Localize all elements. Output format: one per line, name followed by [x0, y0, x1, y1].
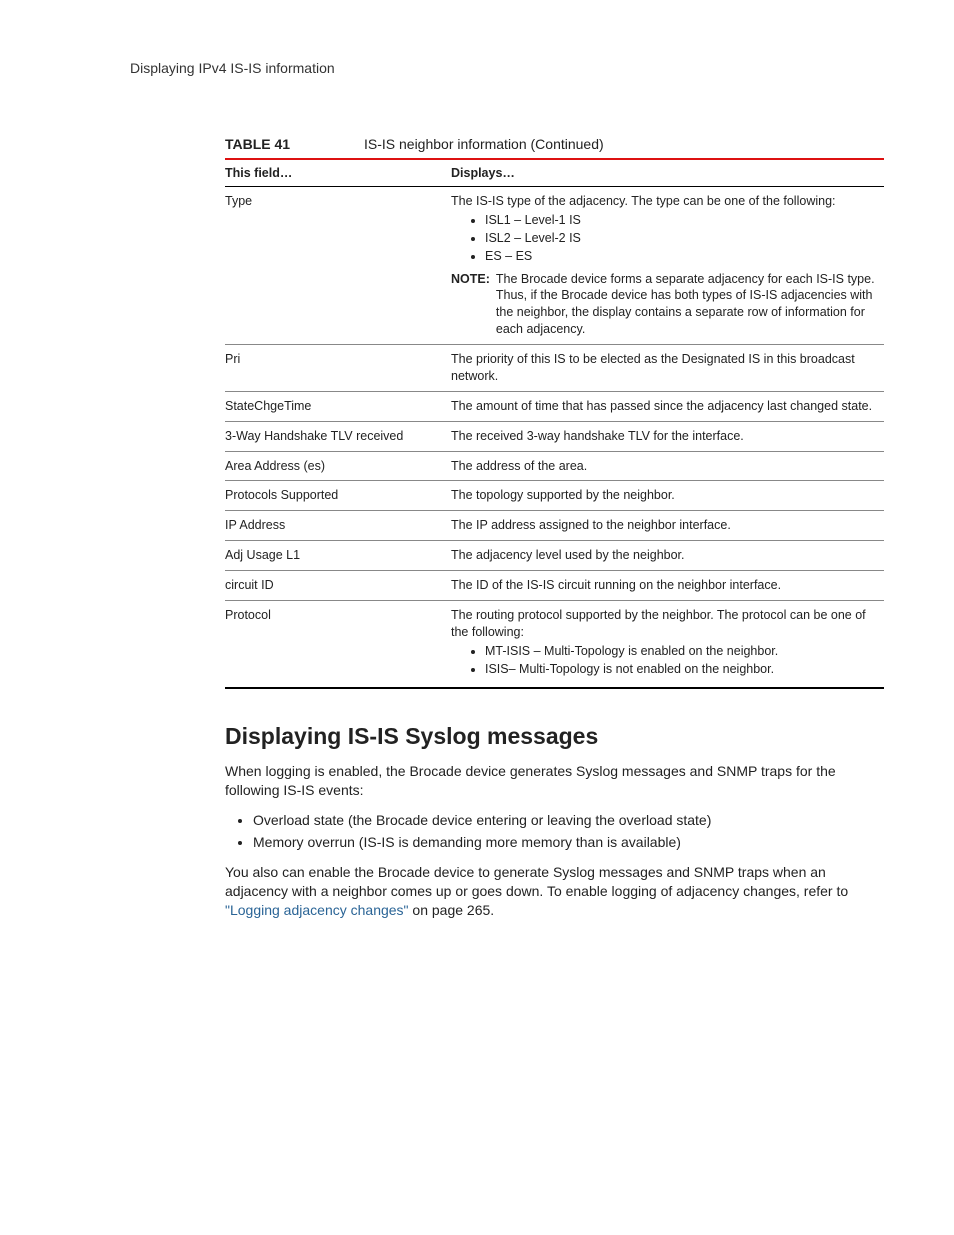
text: You also can enable the Brocade device t…	[225, 864, 848, 899]
col-field: This field…	[225, 159, 451, 187]
event-list: Overload state (the Brocade device enter…	[225, 810, 884, 853]
list-item: ISIS– Multi-Topology is not enabled on t…	[485, 661, 880, 678]
page: Displaying IPv4 IS-IS information TABLE …	[0, 0, 954, 989]
table-caption: TABLE 41 IS-IS neighbor information (Con…	[225, 136, 884, 152]
table-title: IS-IS neighbor information (Continued)	[364, 136, 604, 152]
note: NOTE: The Brocade device forms a separat…	[451, 271, 880, 339]
section-syslog: Displaying IS-IS Syslog messages When lo…	[225, 723, 884, 919]
cell-desc: The IP address assigned to the neighbor …	[451, 511, 884, 541]
cell-intro: The IS-IS type of the adjacency. The typ…	[451, 193, 880, 210]
table-label: TABLE 41	[225, 136, 290, 152]
cell-field: Area Address (es)	[225, 451, 451, 481]
cell-list: MT-ISIS – Multi-Topology is enabled on t…	[451, 643, 880, 678]
cell-field: Type	[225, 187, 451, 345]
note-label: NOTE:	[451, 271, 490, 339]
cell-field: 3-Way Handshake TLV received	[225, 421, 451, 451]
list-item: Overload state (the Brocade device enter…	[253, 810, 884, 830]
text: on page 265.	[409, 902, 495, 918]
cell-field: Pri	[225, 345, 451, 392]
cell-desc: The amount of time that has passed since…	[451, 391, 884, 421]
cell-desc: The received 3-way handshake TLV for the…	[451, 421, 884, 451]
info-table: This field… Displays… Type The IS-IS typ…	[225, 158, 884, 689]
cell-intro: The routing protocol supported by the ne…	[451, 607, 880, 641]
table-row: Protocols Supported The topology support…	[225, 481, 884, 511]
cell-field: IP Address	[225, 511, 451, 541]
cell-desc: The IS-IS type of the adjacency. The typ…	[451, 187, 884, 345]
table-header-row: This field… Displays…	[225, 159, 884, 187]
table-row: Adj Usage L1 The adjacency level used by…	[225, 541, 884, 571]
cell-field: circuit ID	[225, 571, 451, 601]
cell-desc: The topology supported by the neighbor.	[451, 481, 884, 511]
section-heading: Displaying IS-IS Syslog messages	[225, 723, 884, 750]
table-41: TABLE 41 IS-IS neighbor information (Con…	[225, 136, 884, 689]
table-row: Pri The priority of this IS to be electe…	[225, 345, 884, 392]
table-row: 3-Way Handshake TLV received The receive…	[225, 421, 884, 451]
xref-logging-adjacency[interactable]: "Logging adjacency changes"	[225, 902, 409, 918]
table-row: StateChgeTime The amount of time that ha…	[225, 391, 884, 421]
cell-list: ISL1 – Level-1 IS ISL2 – Level-2 IS ES –…	[451, 212, 880, 265]
cell-field: Protocols Supported	[225, 481, 451, 511]
col-displays: Displays…	[451, 159, 884, 187]
table-row: Type The IS-IS type of the adjacency. Th…	[225, 187, 884, 345]
paragraph: When logging is enabled, the Brocade dev…	[225, 762, 884, 800]
cell-desc: The ID of the IS-IS circuit running on t…	[451, 571, 884, 601]
cell-desc: The routing protocol supported by the ne…	[451, 600, 884, 688]
running-header: Displaying IPv4 IS-IS information	[130, 60, 884, 76]
cell-desc: The address of the area.	[451, 451, 884, 481]
list-item: ISL2 – Level-2 IS	[485, 230, 880, 247]
note-text: The Brocade device forms a separate adja…	[496, 271, 880, 339]
cell-field: Protocol	[225, 600, 451, 688]
cell-field: StateChgeTime	[225, 391, 451, 421]
list-item: Memory overrun (IS-IS is demanding more …	[253, 832, 884, 852]
cell-desc: The adjacency level used by the neighbor…	[451, 541, 884, 571]
cell-desc: The priority of this IS to be elected as…	[451, 345, 884, 392]
list-item: MT-ISIS – Multi-Topology is enabled on t…	[485, 643, 880, 660]
paragraph: You also can enable the Brocade device t…	[225, 863, 884, 920]
cell-field: Adj Usage L1	[225, 541, 451, 571]
list-item: ISL1 – Level-1 IS	[485, 212, 880, 229]
table-row: IP Address The IP address assigned to th…	[225, 511, 884, 541]
table-row: Protocol The routing protocol supported …	[225, 600, 884, 688]
list-item: ES – ES	[485, 248, 880, 265]
table-row: circuit ID The ID of the IS-IS circuit r…	[225, 571, 884, 601]
table-row: Area Address (es) The address of the are…	[225, 451, 884, 481]
